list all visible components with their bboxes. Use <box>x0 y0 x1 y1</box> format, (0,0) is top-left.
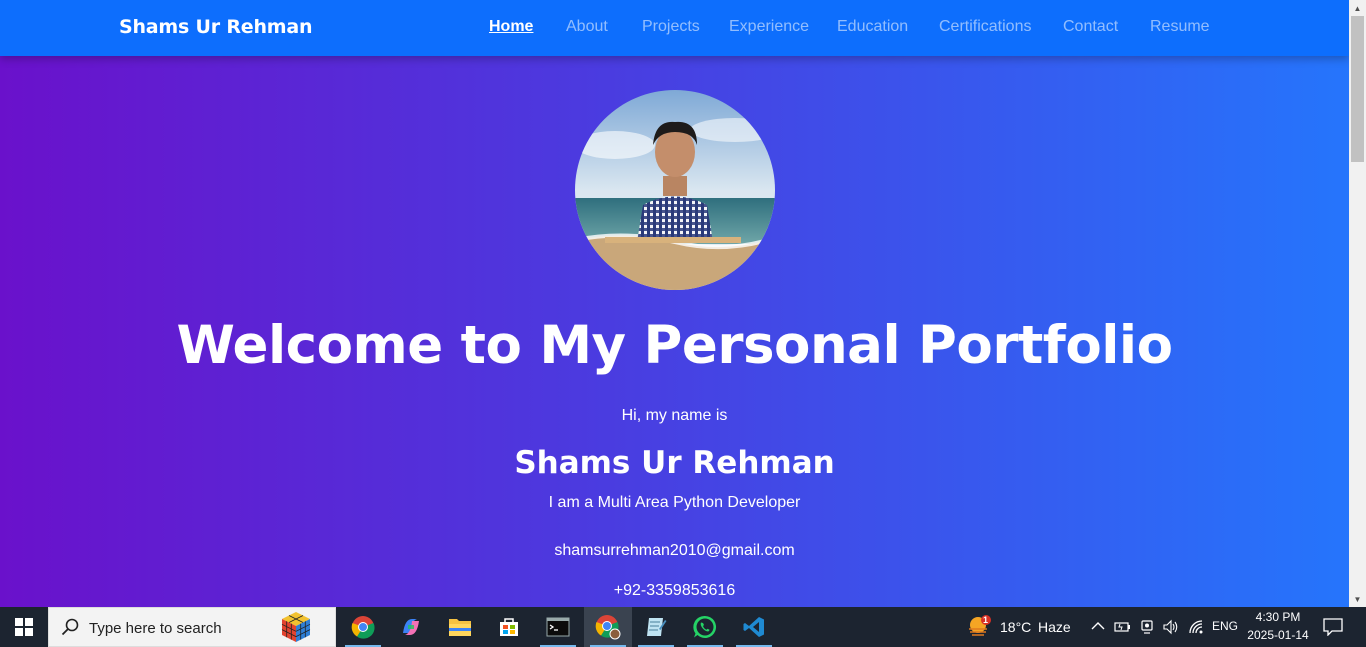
notification-center-icon[interactable] <box>1323 618 1343 636</box>
terminal-icon[interactable] <box>534 607 582 647</box>
show-hidden-icons-chevron-up-icon[interactable] <box>1091 621 1105 631</box>
contact-email[interactable]: shamsurrehman2010@gmail.com <box>0 542 1349 560</box>
copilot-icon[interactable] <box>387 607 435 647</box>
navbar: Shams Ur Rehman Home About Projects Expe… <box>0 0 1349 56</box>
meet-now-icon[interactable] <box>1140 619 1154 635</box>
clock-date[interactable]: 2025-01-14 <box>1245 628 1311 642</box>
hero-name: Shams Ur Rehman <box>514 445 835 481</box>
hero-greeting: Hi, my name is <box>621 407 728 424</box>
battery-icon[interactable] <box>1114 620 1132 634</box>
wifi-icon[interactable] <box>1188 619 1206 635</box>
windows-logo-icon <box>15 618 33 636</box>
weather-alert-badge: 1 <box>983 615 989 625</box>
contact-phone[interactable]: +92-3359853616 <box>0 582 1349 600</box>
whatsapp-icon[interactable] <box>681 607 729 647</box>
start-button[interactable] <box>0 607 48 647</box>
weather-condition[interactable]: Haze <box>1038 619 1071 635</box>
store-icon[interactable] <box>485 607 533 647</box>
scroll-down-arrow-icon[interactable]: ▼ <box>1349 591 1366 607</box>
nav-link-education[interactable]: Education <box>837 18 908 36</box>
weather-haze-icon[interactable] <box>966 615 992 639</box>
page-viewport: Shams Ur Rehman Home About Projects Expe… <box>0 0 1349 607</box>
nav-links: Home About Projects Experience Education… <box>0 18 1349 42</box>
nav-link-home[interactable]: Home <box>489 18 533 36</box>
nav-link-experience[interactable]: Experience <box>729 18 809 36</box>
scroll-up-arrow-icon[interactable]: ▲ <box>1349 0 1366 16</box>
notepad-icon[interactable] <box>632 607 680 647</box>
hero-title: Welcome to My Personal Portfolio <box>176 315 1173 376</box>
chrome-profile-icon[interactable] <box>584 607 632 647</box>
search-placeholder: Type here to search <box>89 620 222 637</box>
nav-link-resume[interactable]: Resume <box>1150 18 1210 36</box>
nav-link-contact[interactable]: Contact <box>1063 18 1118 36</box>
chrome-icon[interactable] <box>339 607 387 647</box>
profile-photo <box>575 90 775 290</box>
clock-time[interactable]: 4:30 PM <box>1250 610 1306 624</box>
nav-link-about[interactable]: About <box>566 18 608 36</box>
file-explorer-icon[interactable] <box>436 607 484 647</box>
rubiks-cube-icon[interactable] <box>280 610 312 644</box>
weather-temperature[interactable]: 18°C <box>1000 619 1031 635</box>
profile-photo-image <box>575 90 775 290</box>
scrollbar-thumb[interactable] <box>1351 16 1364 162</box>
search-icon <box>61 618 79 636</box>
input-language[interactable]: ENG <box>1212 619 1238 633</box>
hero-tagline: I am a Multi Area Python Developer <box>548 494 801 511</box>
nav-link-projects[interactable]: Projects <box>642 18 700 36</box>
nav-link-certifications[interactable]: Certifications <box>939 18 1031 36</box>
vscode-icon[interactable] <box>730 607 778 647</box>
volume-icon[interactable] <box>1162 619 1180 635</box>
taskbar: Type here to search 1 18°C Haze ENG 4:30… <box>0 607 1366 647</box>
